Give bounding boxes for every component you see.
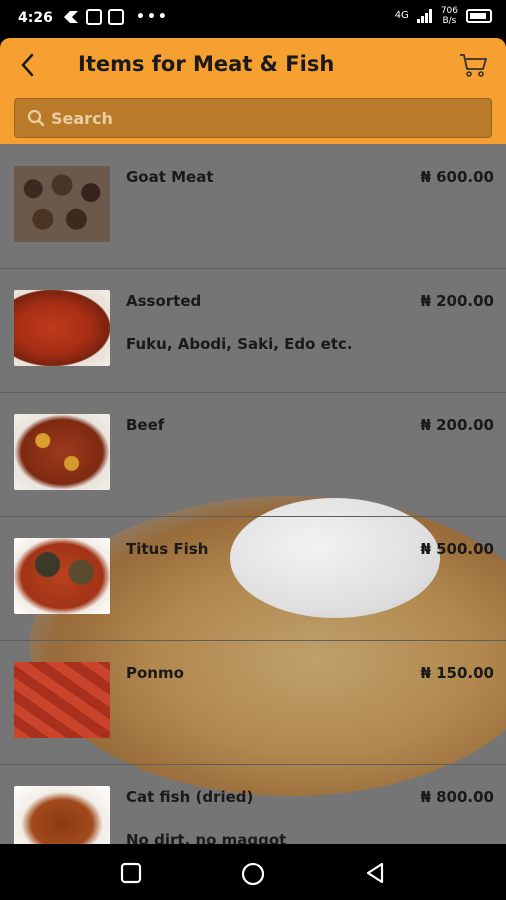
item-name: Cat fish (dried): [126, 788, 254, 806]
chevron-left-icon: [21, 53, 34, 77]
speed-unit: B/s: [442, 16, 457, 26]
list-item[interactable]: Assorted Fuku, Abodi, Saki, Edo etc. ₦ 2…: [0, 268, 506, 393]
search-icon: [27, 109, 45, 127]
list-item[interactable]: Goat Meat ₦ 600.00: [0, 144, 506, 269]
ponmo-image: [14, 662, 110, 738]
battery-icon: [466, 9, 492, 23]
speed-value: 706: [440, 6, 458, 16]
notification-app-icon: [64, 11, 78, 23]
beef-image: [14, 414, 110, 490]
item-price: ₦ 200.00: [420, 292, 494, 310]
recents-icon[interactable]: [120, 862, 142, 884]
goat-meat-image: [14, 166, 110, 242]
app-header: Items for Meat & Fish Search: [0, 38, 506, 144]
notification-icons: •••: [62, 9, 169, 25]
item-name: Goat Meat: [126, 168, 214, 186]
gallery-icon: [108, 9, 124, 25]
item-description: No dirt, no maggot: [126, 831, 287, 844]
status-time: 4:26: [18, 10, 53, 26]
search-placeholder: Search: [51, 109, 113, 128]
item-description: Fuku, Abodi, Saki, Edo etc.: [126, 335, 353, 353]
search-input[interactable]: Search: [14, 98, 492, 138]
list-item[interactable]: Ponmo ₦ 150.00: [0, 640, 506, 765]
item-price: ₦ 150.00: [420, 664, 494, 682]
item-name: Ponmo: [126, 664, 184, 682]
more-notifications-icon: •••: [136, 9, 169, 25]
cart-icon: [460, 54, 487, 77]
back-button[interactable]: [16, 50, 46, 80]
titus-fish-image: [14, 538, 110, 614]
network-speed: 706 B/s: [441, 6, 458, 26]
product-list[interactable]: Goat Meat ₦ 600.00 Assorted Fuku, Abodi,…: [0, 144, 506, 844]
status-bar: 4:26 ••• 4G 706 B/s: [0, 0, 506, 38]
item-price: ₦ 800.00: [420, 788, 494, 806]
item-name: Assorted: [126, 292, 202, 310]
signal-indicator: 4G: [394, 10, 409, 21]
facebook-icon: [86, 9, 102, 25]
system-navigation-bar: [0, 844, 506, 900]
page-title: Items for Meat & Fish: [78, 52, 335, 76]
cart-button[interactable]: [458, 52, 488, 78]
item-price: ₦ 500.00: [420, 540, 494, 558]
assorted-image: [14, 290, 110, 366]
cat-fish-image: [14, 786, 110, 844]
list-item[interactable]: Beef ₦ 200.00: [0, 392, 506, 517]
home-icon[interactable]: [241, 862, 265, 886]
item-price: ₦ 200.00: [420, 416, 494, 434]
item-name: Beef: [126, 416, 165, 434]
list-item[interactable]: Cat fish (dried) No dirt, no maggot ₦ 80…: [0, 764, 506, 844]
item-name: Titus Fish: [126, 540, 209, 558]
list-item[interactable]: Titus Fish ₦ 500.00: [0, 516, 506, 641]
back-nav-icon[interactable]: [364, 862, 386, 884]
signal-icon: [416, 9, 432, 23]
item-price: ₦ 600.00: [420, 168, 494, 186]
